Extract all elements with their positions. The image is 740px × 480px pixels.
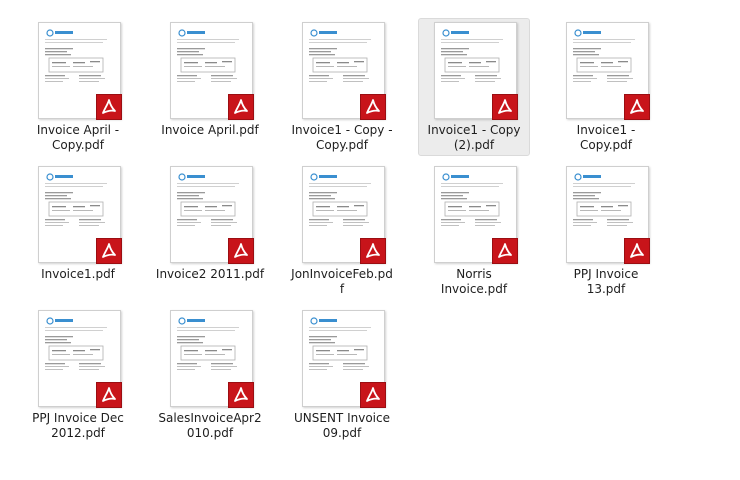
- file-name-line-2: 010.pdf: [186, 426, 234, 440]
- file-name-line-1: Invoice1 -: [576, 123, 636, 137]
- file-name-line-2: 09.pdf: [322, 426, 362, 440]
- file-name-line-1: Invoice2 2011.pdf: [155, 267, 265, 281]
- file-name-label: Invoice1.pdf: [23, 267, 133, 282]
- file-name-label: PPJ Invoice Dec 2012.pdf: [23, 411, 133, 441]
- file-name-line-1: Invoice1 - Copy: [427, 123, 521, 137]
- document-preview-icon: [45, 173, 107, 226]
- pdf-icon: [624, 94, 650, 120]
- file-name-line-1: PPJ Invoice: [573, 267, 639, 281]
- pdf-icon: [228, 94, 254, 120]
- file-item-2[interactable]: Invoice April.pdf: [154, 18, 266, 156]
- file-name-label: Invoice1 - Copy - Copy.pdf: [287, 123, 397, 153]
- file-item-5[interactable]: Invoice1 - Copy.pdf: [550, 18, 662, 156]
- file-thumbnail: [170, 310, 254, 408]
- file-thumbnail: [302, 166, 386, 264]
- file-thumbnail: [302, 310, 386, 408]
- file-item-1[interactable]: Invoice April - Copy.pdf: [22, 18, 134, 156]
- pdf-icon: [492, 238, 518, 264]
- pdf-icon: [360, 238, 386, 264]
- file-name-label: PPJ Invoice 13.pdf: [551, 267, 661, 297]
- document-preview-icon: [45, 317, 107, 370]
- file-thumbnail: [434, 166, 518, 264]
- file-name-label: Norris Invoice.pdf: [419, 267, 529, 297]
- pdf-icon: [228, 238, 254, 264]
- file-name-line-1: Invoice April -: [36, 123, 120, 137]
- file-name-line-2: f: [339, 282, 345, 296]
- pdf-icon: [96, 94, 122, 120]
- pdf-icon: [96, 382, 122, 408]
- file-name-label: Invoice April.pdf: [155, 123, 265, 138]
- file-name-label: Invoice April - Copy.pdf: [23, 123, 133, 153]
- file-item-8[interactable]: JonInvoiceFeb.pd f: [286, 162, 398, 300]
- file-name-line-1: PPJ Invoice Dec: [32, 411, 124, 425]
- file-name-line-1: Invoice1 - Copy -: [291, 123, 393, 137]
- file-item-9[interactable]: Norris Invoice.pdf: [418, 162, 530, 300]
- file-item-11[interactable]: PPJ Invoice Dec 2012.pdf: [22, 306, 134, 444]
- document-preview-icon: [309, 29, 371, 82]
- file-grid: Invoice April - Copy.pdf Invoice April.p…: [0, 0, 740, 480]
- pdf-icon: [228, 382, 254, 408]
- pdf-icon: [492, 94, 518, 120]
- file-name-label: UNSENT Invoice 09.pdf: [287, 411, 397, 441]
- file-name-line-1: Invoice April.pdf: [161, 123, 259, 137]
- document-preview-icon: [441, 173, 503, 226]
- file-item-4[interactable]: Invoice1 - Copy (2).pdf: [418, 18, 530, 156]
- file-thumbnail: [170, 166, 254, 264]
- file-thumbnail: [38, 166, 122, 264]
- document-preview-icon: [309, 173, 371, 226]
- file-item-3[interactable]: Invoice1 - Copy - Copy.pdf: [286, 18, 398, 156]
- file-name-line-2: (2).pdf: [453, 138, 495, 152]
- file-thumbnail: [302, 22, 386, 120]
- file-name-line-1: Invoice1.pdf: [41, 267, 115, 281]
- file-thumbnail: [38, 22, 122, 120]
- file-item-10[interactable]: PPJ Invoice 13.pdf: [550, 162, 662, 300]
- file-item-7[interactable]: Invoice2 2011.pdf: [154, 162, 266, 300]
- document-preview-icon: [177, 29, 239, 82]
- file-name-line-1: SalesInvoiceApr2: [158, 411, 262, 425]
- file-name-label: SalesInvoiceApr2 010.pdf: [155, 411, 265, 441]
- pdf-icon: [360, 94, 386, 120]
- file-thumbnail: [566, 166, 650, 264]
- file-name-label: Invoice1 - Copy.pdf: [551, 123, 661, 153]
- file-item-6[interactable]: Invoice1.pdf: [22, 162, 134, 300]
- pdf-icon: [360, 382, 386, 408]
- file-name-label: Invoice2 2011.pdf: [155, 267, 265, 282]
- file-name-line-2: 13.pdf: [586, 282, 626, 296]
- file-item-12[interactable]: SalesInvoiceApr2 010.pdf: [154, 306, 266, 444]
- document-preview-icon: [573, 29, 635, 82]
- file-name-line-2: Invoice.pdf: [440, 282, 508, 296]
- document-preview-icon: [177, 173, 239, 226]
- document-preview-icon: [309, 317, 371, 370]
- file-thumbnail: [170, 22, 254, 120]
- document-preview-icon: [177, 317, 239, 370]
- document-preview-icon: [441, 29, 503, 82]
- file-name-label: JonInvoiceFeb.pd f: [287, 267, 397, 297]
- file-name-line-1: Norris: [456, 267, 492, 281]
- file-name-line-2: 2012.pdf: [51, 426, 105, 440]
- document-preview-icon: [573, 173, 635, 226]
- pdf-icon: [96, 238, 122, 264]
- file-item-13[interactable]: UNSENT Invoice 09.pdf: [286, 306, 398, 444]
- document-preview-icon: [45, 29, 107, 82]
- file-name-label: Invoice1 - Copy (2).pdf: [419, 123, 529, 153]
- file-name-line-1: UNSENT Invoice: [294, 411, 390, 425]
- file-name-line-1: JonInvoiceFeb.pd: [291, 267, 393, 281]
- file-name-line-2: Copy.pdf: [51, 138, 104, 152]
- file-thumbnail: [566, 22, 650, 120]
- pdf-icon: [624, 238, 650, 264]
- file-name-line-2: Copy.pdf: [579, 138, 632, 152]
- file-thumbnail: [38, 310, 122, 408]
- file-name-line-2: Copy.pdf: [315, 138, 368, 152]
- file-thumbnail: [434, 22, 518, 120]
